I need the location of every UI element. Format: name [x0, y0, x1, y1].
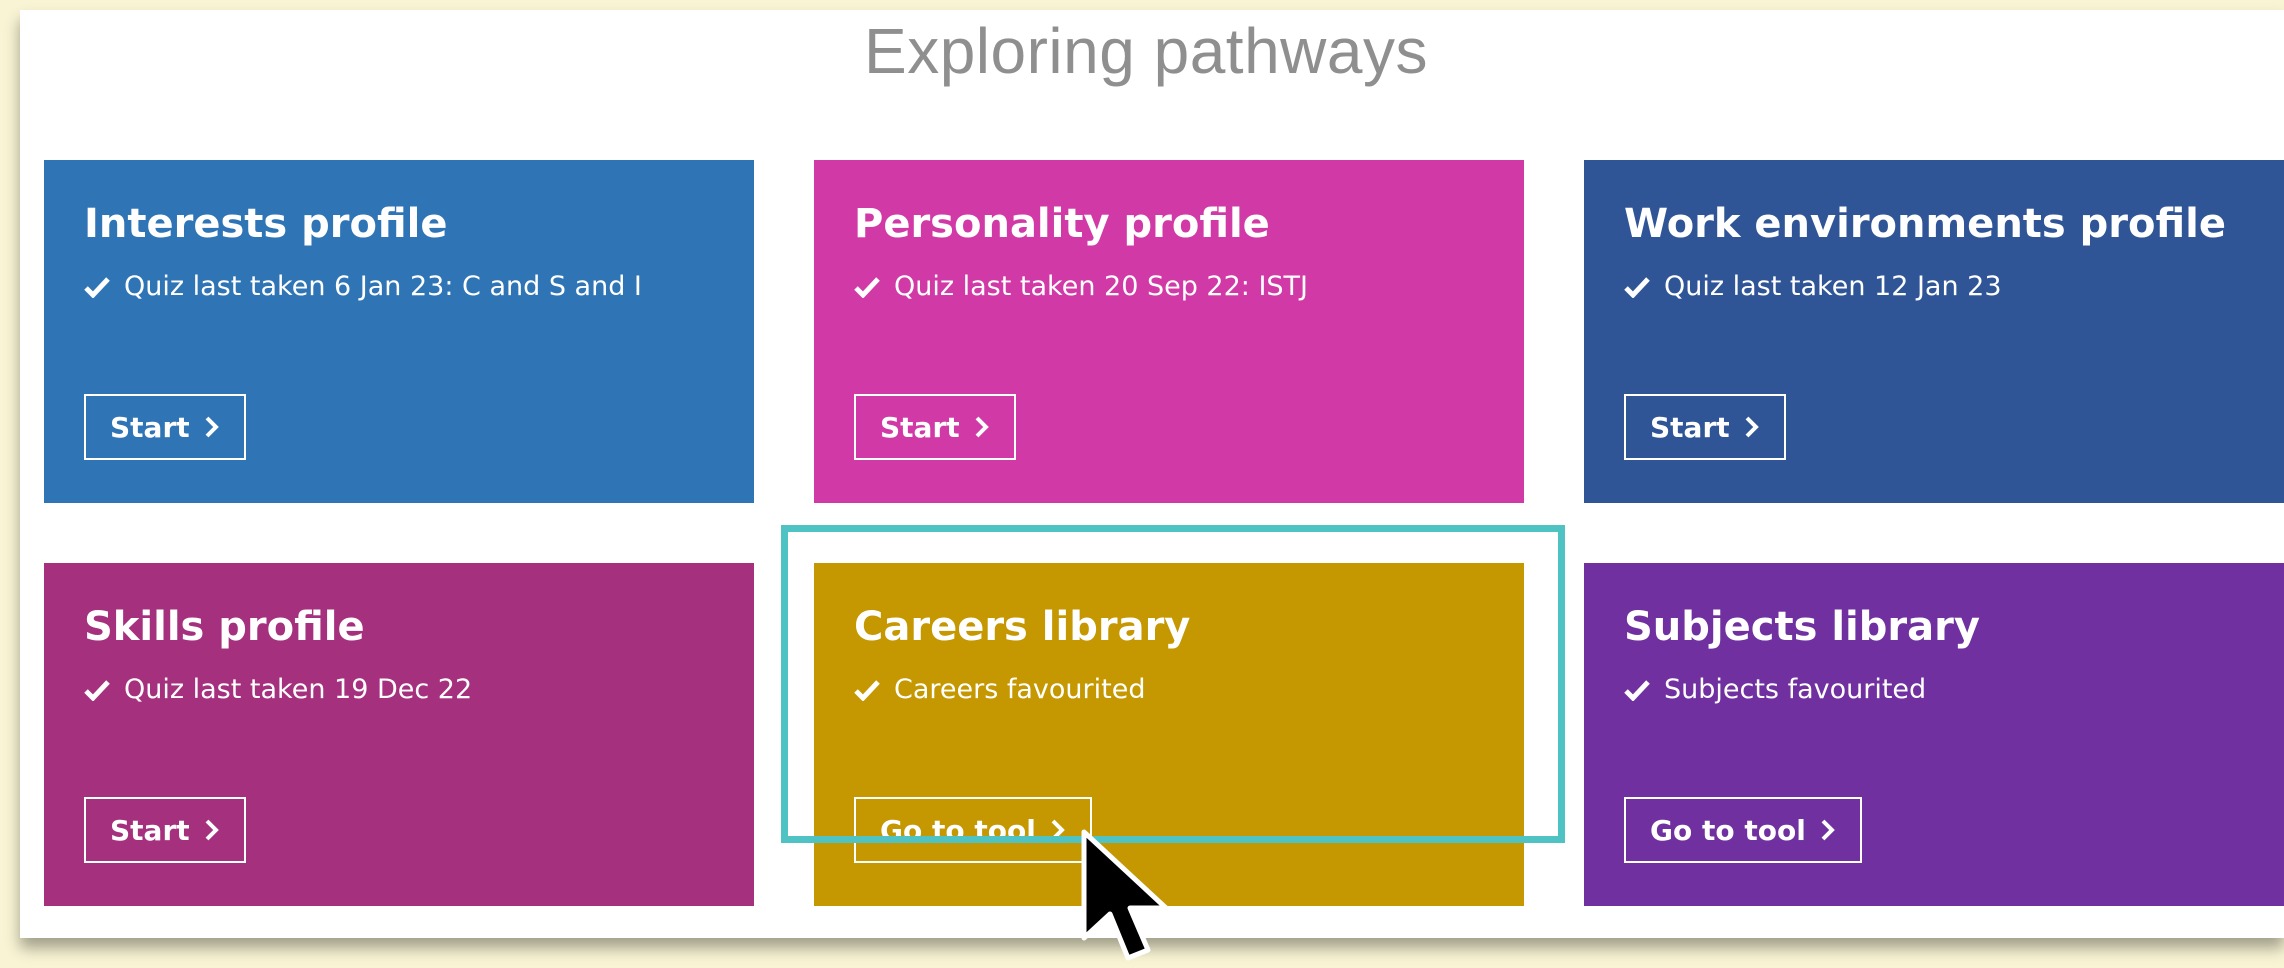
- card-title: Work environments profile: [1624, 201, 2226, 247]
- chevron-right-icon: [975, 416, 989, 438]
- button-label: Start: [110, 410, 190, 444]
- start-button-skills[interactable]: Start: [84, 797, 246, 863]
- card-personality-profile: Personality profile Quiz last taken 20 S…: [814, 160, 1524, 503]
- card-status-text: Quiz last taken 12 Jan 23: [1664, 271, 2002, 302]
- card-status-text: Quiz last taken 6 Jan 23: C and S and I: [124, 271, 642, 302]
- card-status: Quiz last taken 12 Jan 23: [1624, 270, 2002, 304]
- check-icon: [854, 277, 880, 298]
- page-title: Exploring pathways: [864, 15, 1428, 87]
- button-label: Go to tool: [1650, 813, 1806, 847]
- button-label: Start: [110, 813, 190, 847]
- card-status-text: Careers favourited: [894, 674, 1146, 705]
- button-label: Go to tool: [880, 813, 1036, 847]
- start-button-interests[interactable]: Start: [84, 394, 246, 460]
- button-label: Start: [880, 410, 960, 444]
- check-icon: [1624, 277, 1650, 298]
- card-subjects-library: Subjects library Subjects favourited Go …: [1584, 563, 2284, 906]
- card-status-text: Quiz last taken 20 Sep 22: ISTJ: [894, 271, 1309, 302]
- button-label: Start: [1650, 410, 1730, 444]
- card-title: Interests profile: [84, 201, 448, 247]
- check-icon: [84, 277, 110, 298]
- card-status: Quiz last taken 20 Sep 22: ISTJ: [854, 270, 1308, 304]
- chevron-right-icon: [1821, 819, 1835, 841]
- card-status-text: Quiz last taken 19 Dec 22: [124, 674, 473, 705]
- card-work-environments-profile: Work environments profile Quiz last take…: [1584, 160, 2284, 503]
- check-icon: [854, 680, 880, 701]
- chevron-right-icon: [1745, 416, 1759, 438]
- card-status: Quiz last taken 6 Jan 23: C and S and I: [84, 270, 642, 304]
- card-interests-profile: Interests profile Quiz last taken 6 Jan …: [44, 160, 754, 503]
- go-to-tool-button-careers[interactable]: Go to tool: [854, 797, 1092, 863]
- check-icon: [84, 680, 110, 701]
- card-status: Careers favourited: [854, 673, 1145, 707]
- check-icon: [1624, 680, 1650, 701]
- mouse-cursor-icon: [1081, 829, 1169, 961]
- card-skills-profile: Skills profile Quiz last taken 19 Dec 22…: [44, 563, 754, 906]
- chevron-right-icon: [205, 416, 219, 438]
- card-title: Personality profile: [854, 201, 1270, 247]
- go-to-tool-button-subjects[interactable]: Go to tool: [1624, 797, 1862, 863]
- card-title: Skills profile: [84, 604, 365, 650]
- card-status: Subjects favourited: [1624, 673, 1926, 707]
- card-status: Quiz last taken 19 Dec 22: [84, 673, 472, 707]
- chevron-right-icon: [1051, 819, 1065, 841]
- start-button-work-environments[interactable]: Start: [1624, 394, 1786, 460]
- start-button-personality[interactable]: Start: [854, 394, 1016, 460]
- card-status-text: Subjects favourited: [1664, 674, 1927, 705]
- chevron-right-icon: [205, 819, 219, 841]
- card-title: Careers library: [854, 604, 1191, 650]
- card-title: Subjects library: [1624, 604, 1980, 650]
